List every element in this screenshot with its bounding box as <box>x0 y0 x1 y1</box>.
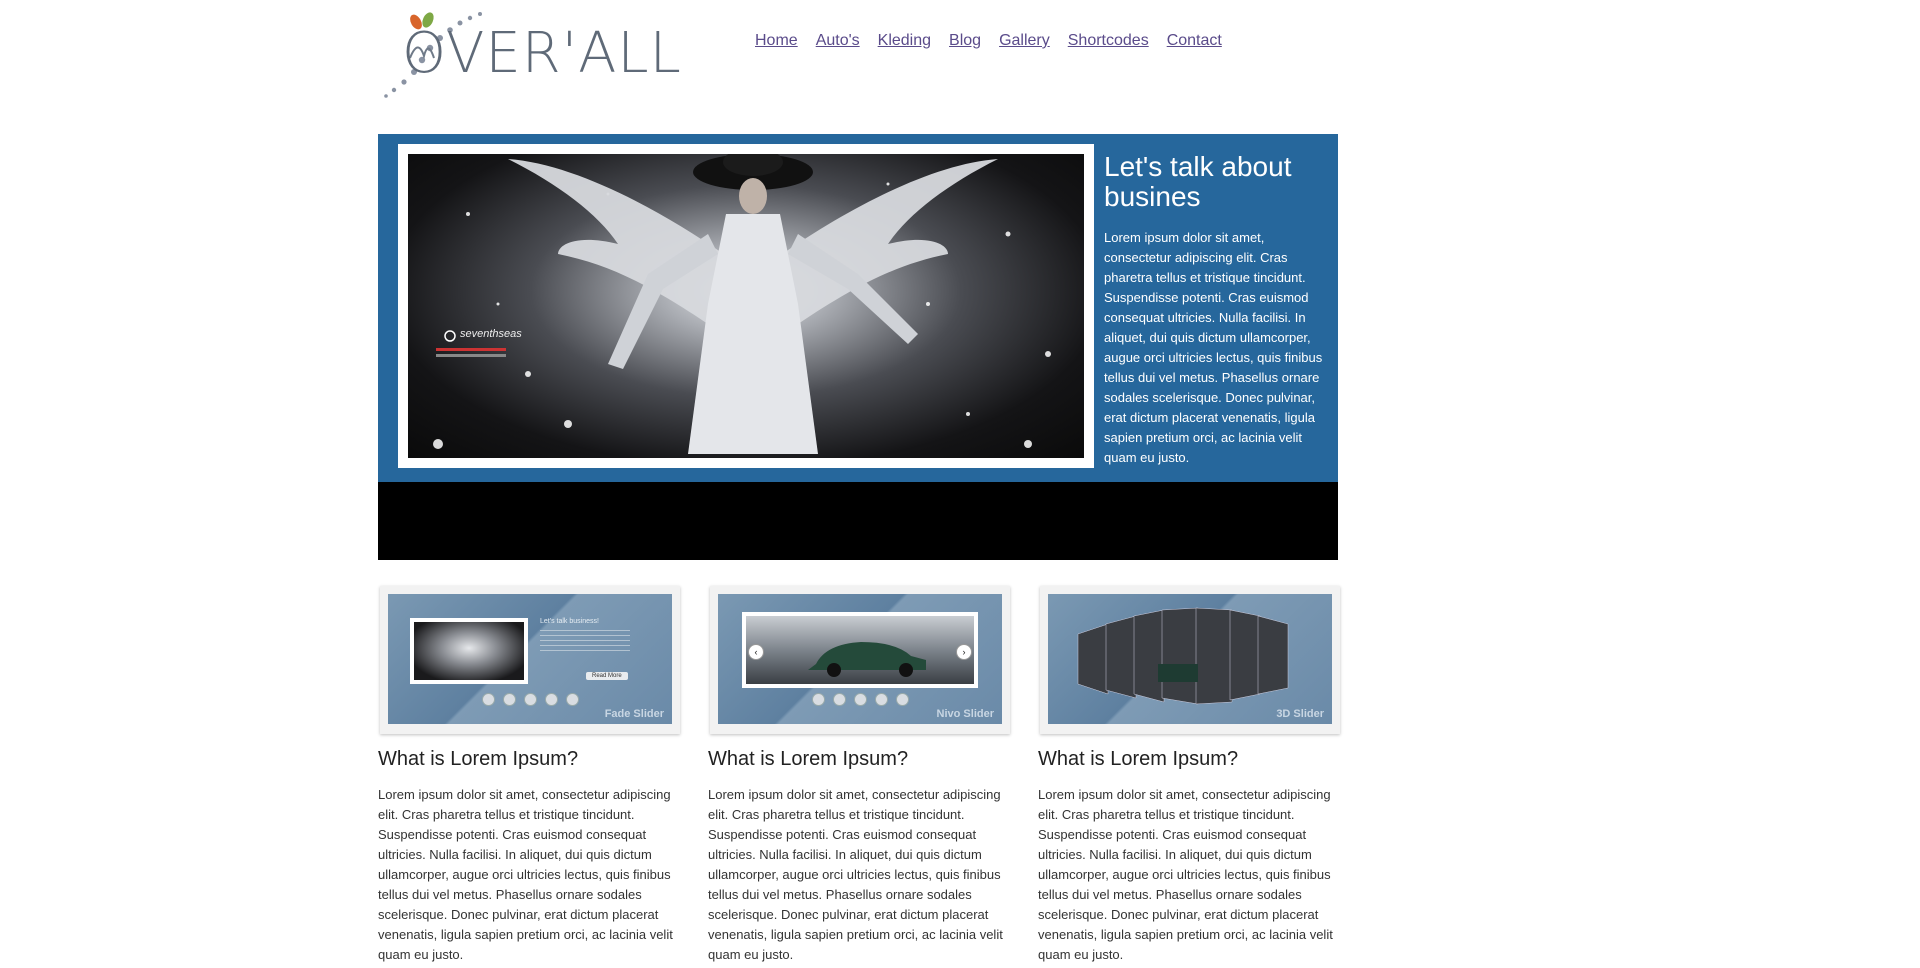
thumb-preview: 3D Slider <box>1048 594 1332 724</box>
mini-image <box>746 616 974 684</box>
nav-autos[interactable]: Auto's <box>816 32 860 50</box>
hero-image-frame: seventhseas <box>398 144 1094 468</box>
nav-kleding[interactable]: Kleding <box>878 32 931 50</box>
column-3: What is Lorem Ipsum? Lorem ipsum dolor s… <box>1038 748 1344 965</box>
main-nav: Home Auto's Kleding Blog Gallery Shortco… <box>755 32 1222 50</box>
hero-caption: Let's talk about busines Lorem ipsum dol… <box>1104 152 1332 468</box>
hero-body: Lorem ipsum dolor sit amet, consectetur … <box>1104 230 1323 465</box>
nav-blog[interactable]: Blog <box>949 32 981 50</box>
column-title: What is Lorem Ipsum? <box>1038 748 1239 770</box>
slider-dots <box>388 693 672 706</box>
column-body: Lorem ipsum dolor sit amet, consectetur … <box>708 787 1003 962</box>
hero-title: Let's talk about busines <box>1104 151 1292 212</box>
nav-shortcodes[interactable]: Shortcodes <box>1068 32 1149 50</box>
angel-illustration <box>433 154 1051 454</box>
car-illustration <box>808 642 926 677</box>
column-body: Lorem ipsum dolor sit amet, consectetur … <box>378 787 673 962</box>
nav-gallery[interactable]: Gallery <box>999 32 1050 50</box>
thumb-fade-slider[interactable]: Let's talk business! Read More Fade Slid… <box>380 586 680 734</box>
site-logo[interactable]: OVER'ALL <box>380 8 681 104</box>
column-2: What is Lorem Ipsum? Lorem ipsum dolor s… <box>708 748 1014 965</box>
hero-slider: seventhseas Let's talk about busines Lor… <box>378 134 1338 560</box>
mini-button: Read More <box>586 672 628 680</box>
thumb-preview: ‹ › Nivo Slider <box>718 594 1002 724</box>
thumb-nivo-slider[interactable]: ‹ › Nivo Slider <box>710 586 1010 734</box>
hero-image-watermark: seventhseas <box>460 328 522 340</box>
thumb-label: 3D Slider <box>1276 708 1324 720</box>
nav-contact[interactable]: Contact <box>1167 32 1222 50</box>
page: OVER'ALL Home Auto's Kleding Blog Galler… <box>0 0 1920 968</box>
thumb-3d-slider[interactable]: 3D Slider <box>1040 586 1340 734</box>
column-body: Lorem ipsum dolor sit amet, consectetur … <box>1038 787 1333 962</box>
slider-previews: Let's talk business! Read More Fade Slid… <box>378 586 1340 736</box>
nav-home[interactable]: Home <box>755 32 798 50</box>
thumb-label: Nivo Slider <box>936 708 994 720</box>
3d-panels-illustration <box>1077 607 1289 705</box>
mini-title: Let's talk business! <box>540 618 599 625</box>
thumb-label: Fade Slider <box>604 708 664 720</box>
column-title: What is Lorem Ipsum? <box>378 748 579 770</box>
mini-image <box>414 622 524 680</box>
mini-text-lines <box>540 630 630 652</box>
mini-image-frame <box>410 618 528 684</box>
slider-dots <box>718 693 1002 706</box>
prev-arrow-icon: ‹ <box>748 644 764 660</box>
column-title: What is Lorem Ipsum? <box>708 748 909 770</box>
logo-text: OVER'ALL <box>402 21 682 86</box>
hero-image[interactable]: seventhseas <box>408 154 1084 458</box>
next-arrow-icon: › <box>956 644 972 660</box>
hero-bottom-bar <box>378 482 1338 560</box>
thumb-preview: Let's talk business! Read More Fade Slid… <box>388 594 672 724</box>
column-1: What is Lorem Ipsum? Lorem ipsum dolor s… <box>378 748 684 965</box>
mini-image-frame: ‹ › <box>742 612 978 688</box>
